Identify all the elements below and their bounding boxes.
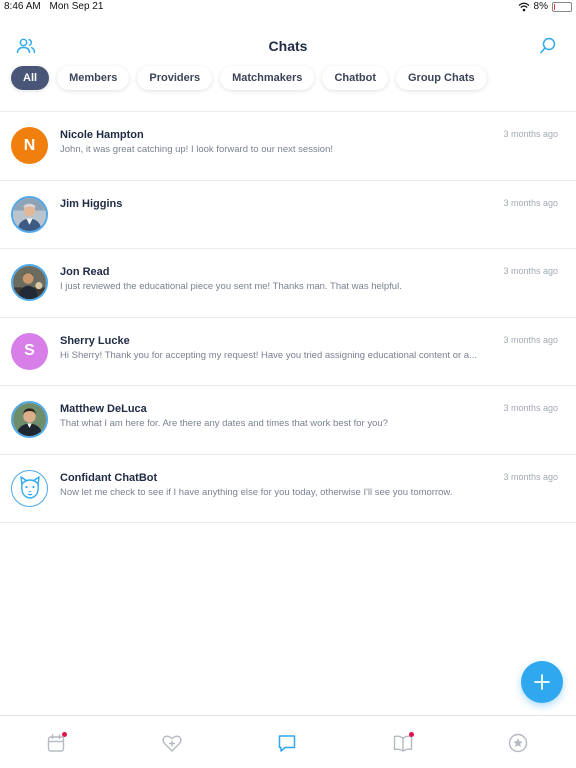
chat-row-confidant-chatbot[interactable]: Confidant ChatBot 3 months ago Now let m… [0,455,576,523]
status-time: 8:46 AM [4,1,41,12]
tab-members[interactable]: Members [57,66,130,90]
tab-chatbot[interactable]: Chatbot [322,66,388,90]
new-chat-button[interactable] [521,661,563,703]
search-icon [540,37,556,54]
battery-level [554,3,555,10]
avatar-initial: N [23,136,36,154]
chat-row-jon-read[interactable]: Jon Read 3 months ago I just reviewed th… [0,249,576,318]
chat-timestamp: 3 months ago [503,471,558,482]
chat-list: N Nicole Hampton 3 months ago John, it w… [0,111,576,523]
chat-timestamp: 3 months ago [503,403,558,413]
battery-percent: 8% [533,1,548,12]
notification-dot [409,732,414,737]
avatar-initial: S [24,342,35,359]
person-photo-icon [13,266,46,299]
nav-library[interactable] [392,732,414,754]
status-left: 8:46 AM Mon Sep 21 [4,1,109,12]
filter-tabs: All Members Providers Matchmakers Chatbo… [11,66,487,92]
chat-name: Matthew DeLuca [60,403,147,415]
plus-icon [534,674,550,690]
header: Chats [0,30,576,62]
chat-icon [278,735,296,752]
chat-timestamp: 3 months ago [503,266,558,276]
chat-name: Jim Higgins [60,197,123,210]
nav-favorites[interactable] [507,732,529,754]
chat-name: Confidant ChatBot [60,471,158,484]
chat-name: Sherry Lucke [60,334,130,347]
search-button[interactable] [538,36,560,58]
tab-group-chats[interactable]: Group Chats [395,66,487,90]
chat-timestamp: 3 months ago [503,334,558,345]
bottom-nav [0,715,576,768]
star-icon [508,733,528,753]
chat-row-matthew-deluca[interactable]: Matthew DeLuca 3 months ago That what I … [0,386,576,455]
person-photo-icon [13,197,46,231]
avatar-photo [11,264,48,301]
chat-row-jim-higgins[interactable]: Jim Higgins 3 months ago [0,181,576,249]
notification-dot [62,732,67,737]
dog-icon [19,476,40,499]
chat-preview: Now let me check to see if I have anythi… [60,486,453,498]
wifi-icon [518,2,529,11]
avatar-bot [11,469,48,507]
nav-calendar[interactable] [45,732,67,754]
status-bar: 8:46 AM Mon Sep 21 8% [0,0,576,14]
status-right: 8% [518,1,572,12]
chat-name: Nicole Hampton [60,129,144,141]
tab-providers[interactable]: Providers [137,66,213,90]
nav-chats[interactable] [276,732,298,754]
avatar: S [11,332,48,370]
chat-preview: Hi Sherry! Thank you for accepting my re… [60,349,477,361]
tab-all[interactable]: All [11,66,50,90]
chat-preview: John, it was great catching up! I look f… [60,144,334,155]
chat-timestamp: 3 months ago [503,129,558,139]
chat-preview: I just reviewed the educational piece yo… [60,281,402,292]
chat-row-sherry-lucke[interactable]: S Sherry Lucke 3 months ago Hi Sherry! T… [0,318,576,386]
person-photo-icon [13,403,46,436]
chat-timestamp: 3 months ago [503,197,558,208]
battery-icon [552,1,572,12]
chat-row-nicole-hampton[interactable]: N Nicole Hampton 3 months ago John, it w… [0,112,576,181]
avatar: N [11,127,48,164]
tab-matchmakers[interactable]: Matchmakers [220,66,315,90]
heart-plus-icon [162,735,182,752]
chat-name: Jon Read [60,266,110,278]
avatar-photo [11,195,48,233]
page-title: Chats [268,38,308,54]
chat-preview: That what I am here for. Are there any d… [60,418,388,429]
avatar-photo [11,401,48,438]
nav-health[interactable] [161,732,183,754]
status-date: Mon Sep 21 [49,1,104,12]
